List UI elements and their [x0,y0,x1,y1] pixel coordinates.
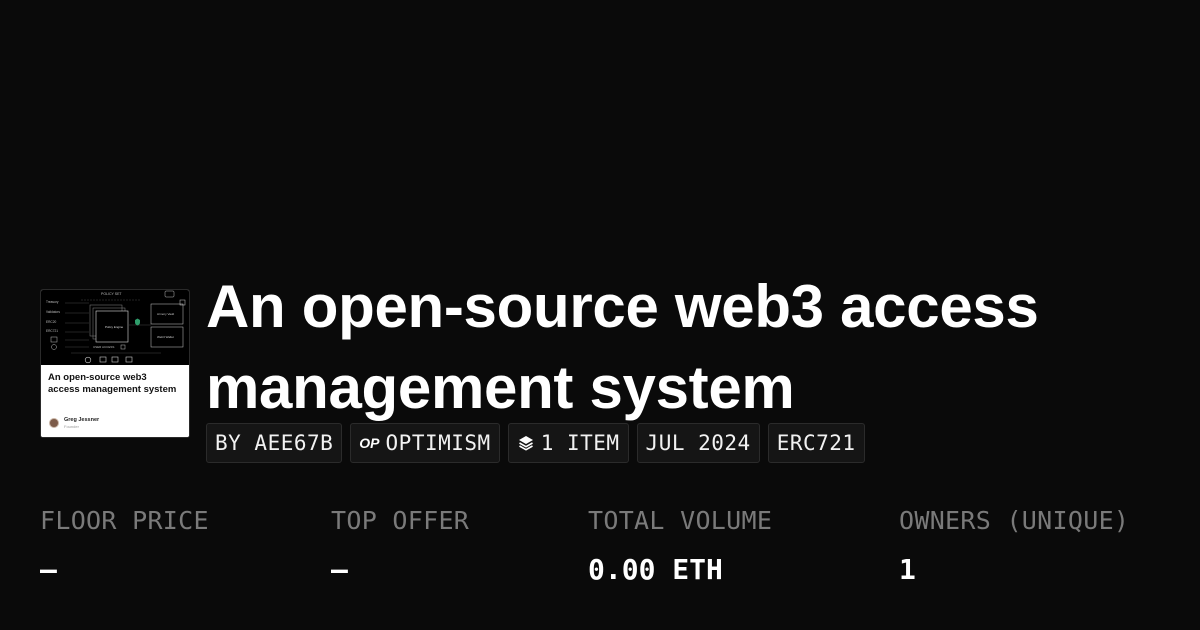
stat-value: 0.00 ETH [588,553,723,586]
stat-label: TOP OFFER [331,506,470,535]
standard-tag-label: ERC721 [776,431,856,455]
diagram-footer-label: USER ACCESS [93,345,114,349]
date-tag-label: JUL 2024 [645,431,751,455]
diagram-row4-label: ERC721 [46,329,58,333]
diagram-row6-icon [51,344,57,350]
author-subtitle: Founder [64,423,79,429]
collection-tags: BY AEE67B OP OPTIMISM 1 ITEM JUL 2024 ER… [206,423,865,463]
optimism-logo-icon: OP [359,435,380,451]
diagram-row2-label: Validators [46,310,60,314]
stat-value: — [331,553,348,586]
diagram-row3-label: ERC20 [46,320,57,324]
collection-title: An open-source web3 access management sy… [206,273,1039,421]
diagram-row5-icon [50,336,58,343]
items-tag-label: 1 ITEM [540,431,620,455]
stat-owners: OWNERS (UNIQUE) 1 [899,505,1129,587]
diagram-row1-label: Treasury [46,300,59,304]
creator-tag[interactable]: BY AEE67B [206,423,343,463]
diagram-bottom-icon-4 [125,356,133,363]
architecture-diagram: POLICY SET Treasury Validators ERC20 ERC… [41,290,189,365]
stat-label: FLOOR PRICE [40,506,209,535]
thumbnail-title: An open-source web3 access management sy… [48,372,177,395]
stat-value: — [40,553,57,586]
shield-icon [135,318,140,326]
diagram-policy-label: POLICY SET [101,292,122,296]
collection-thumbnail[interactable]: POLICY SET Treasury Validators ERC20 ERC… [40,289,190,438]
stat-top-offer: TOP OFFER — [331,505,469,587]
diagram-bottom-icon-2 [99,356,107,363]
stat-floor-price: FLOOR PRICE — [40,505,209,587]
date-tag: JUL 2024 [636,423,760,463]
author-avatar [49,417,59,428]
diagram-bottom-icon-1 [84,356,92,364]
items-tag[interactable]: 1 ITEM [507,423,629,463]
chain-tag-label: OPTIMISM [385,431,491,455]
diagram-bottom-icon-3 [111,356,119,363]
diagram-core-label: Policy Engine [105,325,124,329]
creator-tag-label: BY AEE67B [215,431,334,455]
diagram-side-bottom-label: Web3 Wallet [157,335,174,339]
standard-tag: ERC721 [767,423,865,463]
chain-tag[interactable]: OP OPTIMISM [350,423,500,463]
lock-icon [120,344,126,350]
stat-label: OWNERS (UNIQUE) [899,506,1130,535]
layers-icon [517,434,535,452]
stat-value: 1 [899,553,916,586]
diagram-side-top-label: Armory Vault [157,312,174,316]
diagram-top-icon [164,290,175,298]
stat-label: TOTAL VOLUME [588,506,773,535]
thumbnail-card: An open-source web3 access management sy… [41,365,189,437]
thumbnail-author: Greg Jessner Founder [49,417,99,429]
stat-total-volume: TOTAL VOLUME 0.00 ETH [588,505,772,587]
